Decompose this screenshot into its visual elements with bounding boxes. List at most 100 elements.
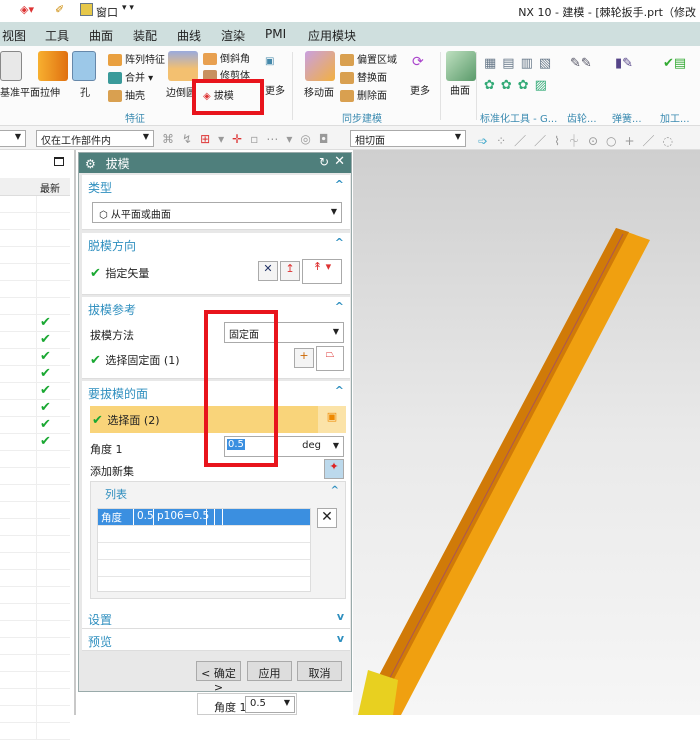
vector-type-dropdown[interactable]: ↟ ▾ xyxy=(302,259,342,284)
standard-tools-icons-2[interactable]: ✿✿✿▨ xyxy=(484,78,553,93)
collapse-icon[interactable]: ^ xyxy=(335,236,344,249)
window-menu-dropdown[interactable]: ▾ ▾ xyxy=(122,3,134,13)
section-faces-header[interactable]: 要拔模的面 xyxy=(88,385,148,402)
navigator-row[interactable]: ✔ xyxy=(0,434,70,451)
navigator-row[interactable]: ✔ xyxy=(0,383,70,400)
navigator-row[interactable] xyxy=(0,298,70,315)
navigator-row[interactable] xyxy=(0,587,70,604)
stationary-face-button[interactable]: ⏢ xyxy=(316,346,344,371)
reset-icon[interactable]: ↻ xyxy=(319,155,329,169)
hole-button[interactable]: 孔 xyxy=(80,84,90,99)
navigator-row[interactable] xyxy=(0,485,70,502)
navigator-row[interactable] xyxy=(0,502,70,519)
navigator-row[interactable] xyxy=(0,689,70,706)
tab-render[interactable]: 渲染 xyxy=(221,27,245,44)
apply-button[interactable]: 应用 xyxy=(247,661,292,681)
tab-tools[interactable]: 工具 xyxy=(45,27,69,44)
navigator-row[interactable] xyxy=(0,536,70,553)
ok-button[interactable]: < 确定 > xyxy=(196,661,241,694)
selection-tool-icons[interactable]: ⌘↯⊞▾✛▫⋯▾◎◘ xyxy=(162,132,336,146)
view-icon[interactable]: ◈▾ xyxy=(20,3,34,16)
machining-tools-icons[interactable]: ✔▤ xyxy=(663,56,686,71)
tab-surface[interactable]: 曲面 xyxy=(89,27,113,44)
collapse-icon[interactable]: ^ xyxy=(331,485,339,496)
select-stationary-face[interactable]: ✔ 选择固定面 (1) xyxy=(90,352,180,368)
snap-select[interactable]: 相切面 ▼ xyxy=(350,130,466,147)
list-header[interactable]: 列表 xyxy=(105,486,127,502)
navigator-row[interactable] xyxy=(0,604,70,621)
window-menu[interactable]: 窗口 xyxy=(96,4,118,20)
navigator-row[interactable] xyxy=(0,672,70,689)
expand-icon[interactable]: v xyxy=(337,610,344,623)
navigator-row[interactable]: ✔ xyxy=(0,349,70,366)
cancel-button[interactable]: 取消 xyxy=(297,661,342,681)
navigator-row[interactable] xyxy=(0,264,70,281)
navigator-row[interactable]: ✔ xyxy=(0,332,70,349)
standard-tools-icons[interactable]: ▦▤▥▧ xyxy=(484,56,557,71)
reverse-direction-button[interactable]: ✕ xyxy=(258,261,278,281)
spring-tools-icons[interactable]: ▮✎ xyxy=(615,56,633,71)
navigator-row[interactable] xyxy=(0,638,70,655)
more-feature-button[interactable]: 更多 xyxy=(265,82,285,97)
extrude-button[interactable]: 拉伸 xyxy=(40,84,60,99)
navigator-row[interactable]: ✔ xyxy=(0,400,70,417)
navigator-row[interactable] xyxy=(0,570,70,587)
delete-row-button[interactable]: ✕ xyxy=(317,508,337,528)
pattern-button[interactable]: 阵列特征 xyxy=(108,51,165,66)
onscreen-angle-field[interactable]: 0.5 ▼ xyxy=(245,696,295,713)
tab-curve[interactable]: 曲线 xyxy=(177,27,201,44)
plane-dialog-button[interactable]: + xyxy=(294,348,314,368)
section-preview[interactable]: 预览 v xyxy=(82,631,350,651)
section-preview-header[interactable]: 预览 xyxy=(88,633,112,650)
navigator-row[interactable] xyxy=(0,451,70,468)
shell-button[interactable]: 抽壳 xyxy=(108,87,145,102)
unite-button[interactable]: 合并 ▾ xyxy=(108,69,153,84)
replace-face-button[interactable]: 替换面 xyxy=(340,69,387,84)
collapse-icon[interactable]: ^ xyxy=(335,178,344,191)
tab-view[interactable]: 视图 xyxy=(2,27,26,44)
collapse-icon[interactable]: ^ xyxy=(335,384,344,397)
navigator-row[interactable] xyxy=(0,281,70,298)
pointer-icon[interactable]: ✐ xyxy=(55,3,64,16)
snap-point-icons[interactable]: ➩⁘／／⌇⏆⊙○+／◌ xyxy=(478,132,681,149)
collapse-icon[interactable]: ^ xyxy=(335,300,344,313)
angle-unit[interactable]: deg xyxy=(302,440,321,451)
surface-button[interactable]: 曲面 xyxy=(450,82,470,97)
close-icon[interactable]: ✕ xyxy=(334,154,345,169)
scope-select[interactable]: 仅在工作部件内 ▼ xyxy=(36,130,154,147)
tab-pmi[interactable]: PMI xyxy=(265,27,286,41)
offset-region-button[interactable]: 偏置区域 xyxy=(340,51,397,66)
tab-application[interactable]: 应用模块 xyxy=(308,27,356,44)
add-new-set-button[interactable]: ✦ xyxy=(324,459,344,479)
datum-plane-button[interactable]: 基准平面 xyxy=(0,84,40,99)
navigator-row[interactable]: ✔ xyxy=(0,417,70,434)
graphics-viewport[interactable] xyxy=(353,150,700,715)
table-row[interactable]: 角度 1 0.5 p106=0.5 xyxy=(98,509,310,537)
type-select[interactable]: ⬡ 从平面或曲面 ▼ xyxy=(92,202,342,223)
navigator-row[interactable] xyxy=(0,553,70,570)
section-type-header[interactable]: 类型 xyxy=(88,179,112,196)
filter-select[interactable]: ▼ xyxy=(0,130,26,147)
tab-assembly[interactable]: 装配 xyxy=(133,27,157,44)
gear-tools-icons[interactable]: ✎✎ xyxy=(570,56,592,71)
navigator-row[interactable] xyxy=(0,468,70,485)
section-direction-header[interactable]: 脱模方向 xyxy=(88,237,136,254)
expand-icon[interactable]: v xyxy=(337,632,344,645)
vector-dialog-button[interactable]: ↥ xyxy=(280,261,300,281)
section-settings[interactable]: 设置 v xyxy=(82,609,350,629)
navigator-row[interactable] xyxy=(0,213,70,230)
section-settings-header[interactable]: 设置 xyxy=(88,611,112,628)
navigator-row[interactable] xyxy=(0,621,70,638)
section-reference-header[interactable]: 拔模参考 xyxy=(88,301,136,318)
navigator-row[interactable] xyxy=(0,519,70,536)
chamfer-button[interactable]: 倒斜角 xyxy=(203,50,250,65)
navigator-row[interactable] xyxy=(0,230,70,247)
face-select-icon[interactable]: ▣ xyxy=(318,406,346,433)
maximize-icon[interactable] xyxy=(54,157,64,166)
navigator-row[interactable] xyxy=(0,196,70,213)
navigator-row[interactable] xyxy=(0,723,70,740)
navigator-row[interactable] xyxy=(0,247,70,264)
navigator-row[interactable]: ✔ xyxy=(0,315,70,332)
more-sync-button[interactable]: 更多 xyxy=(410,82,430,97)
navigator-row[interactable] xyxy=(0,655,70,672)
